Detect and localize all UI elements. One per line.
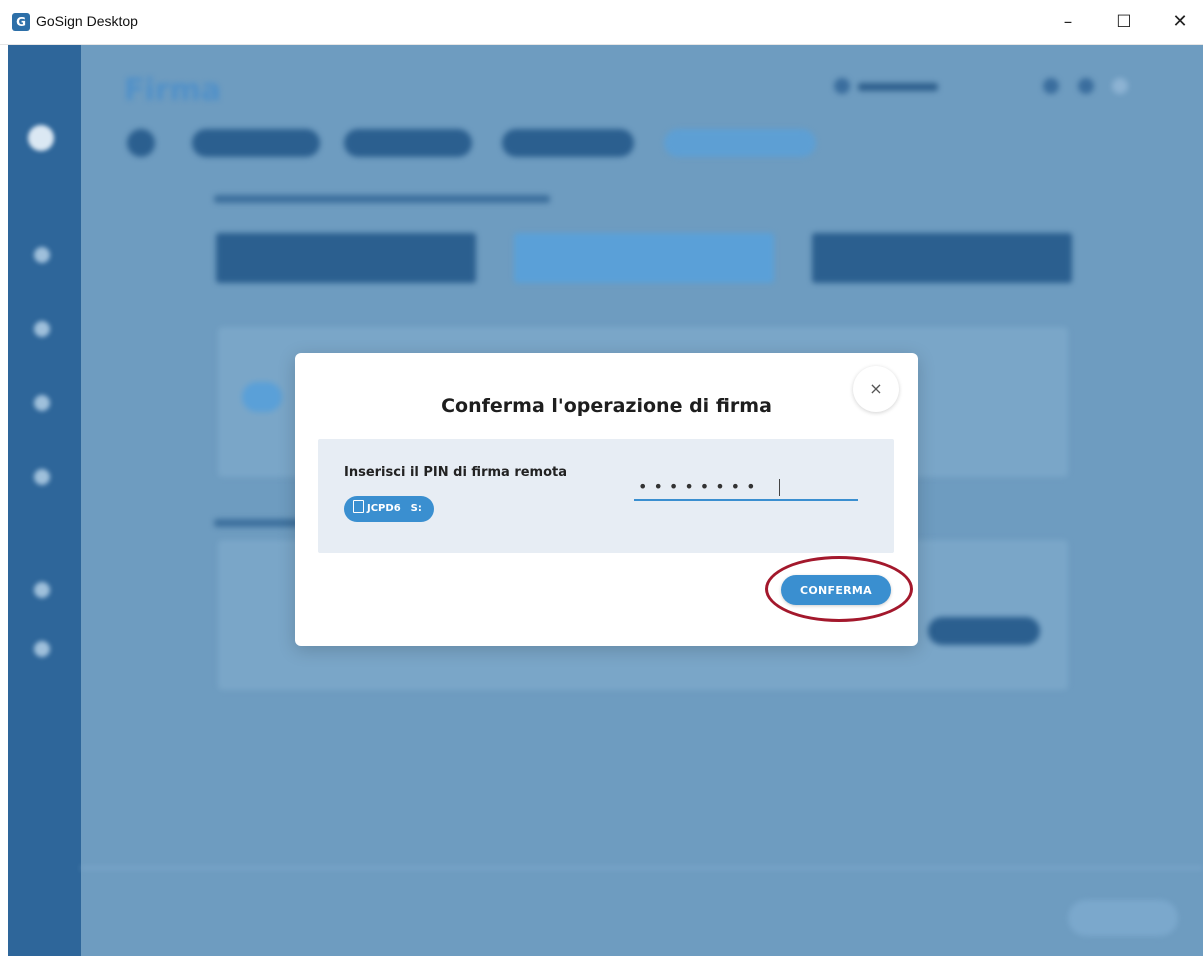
window-left-border (0, 45, 8, 956)
app-logo-icon: G (12, 13, 30, 31)
bg-footer-button (1068, 900, 1178, 936)
bg-pill (242, 382, 282, 412)
pin-panel: Inserisci il PIN di firma remota JCPD6 S: (318, 439, 894, 553)
certificate-code: JCPD6 (367, 503, 401, 514)
maximize-button[interactable]: ☐ (1104, 8, 1144, 36)
step-pill-2 (344, 129, 472, 157)
calendar-icon (834, 78, 850, 94)
option-card-device (216, 233, 476, 283)
header-cart-icon (1112, 78, 1128, 94)
bg-footer-divider (81, 867, 1203, 869)
pin-input[interactable] (634, 473, 858, 501)
header-date-line (858, 83, 938, 91)
bg-section-label (214, 519, 300, 527)
step-pill-3 (502, 129, 634, 157)
window-close-button[interactable]: ✕ (1160, 8, 1200, 36)
option-card-p12 (812, 233, 1072, 283)
step-pill-1 (192, 129, 320, 157)
confirm-highlight-ring (765, 556, 913, 622)
option-card-remote (514, 233, 774, 283)
step-pill-4 (664, 129, 816, 157)
minimize-button[interactable]: – (1048, 8, 1088, 36)
pin-label: Inserisci il PIN di firma remota (344, 465, 568, 480)
question-line (214, 195, 550, 203)
page-title: Firma (124, 73, 222, 108)
header-bookmark-icon (1078, 78, 1094, 94)
text-caret (779, 479, 780, 496)
header-action-icon (1043, 78, 1059, 94)
bg-button (928, 617, 1040, 645)
window-titlebar: G GoSign Desktop – ☐ ✕ (0, 0, 1203, 45)
window-title: GoSign Desktop (36, 13, 138, 29)
step-add-circle (127, 129, 155, 157)
dialog-title: Conferma l'operazione di firma (441, 395, 772, 417)
confirm-signature-dialog: × Conferma l'operazione di firma Inseris… (295, 353, 918, 646)
certificate-suffix: S: (410, 503, 422, 514)
certificate-badge: JCPD6 S: (344, 496, 434, 522)
certificate-document-icon (353, 500, 364, 513)
